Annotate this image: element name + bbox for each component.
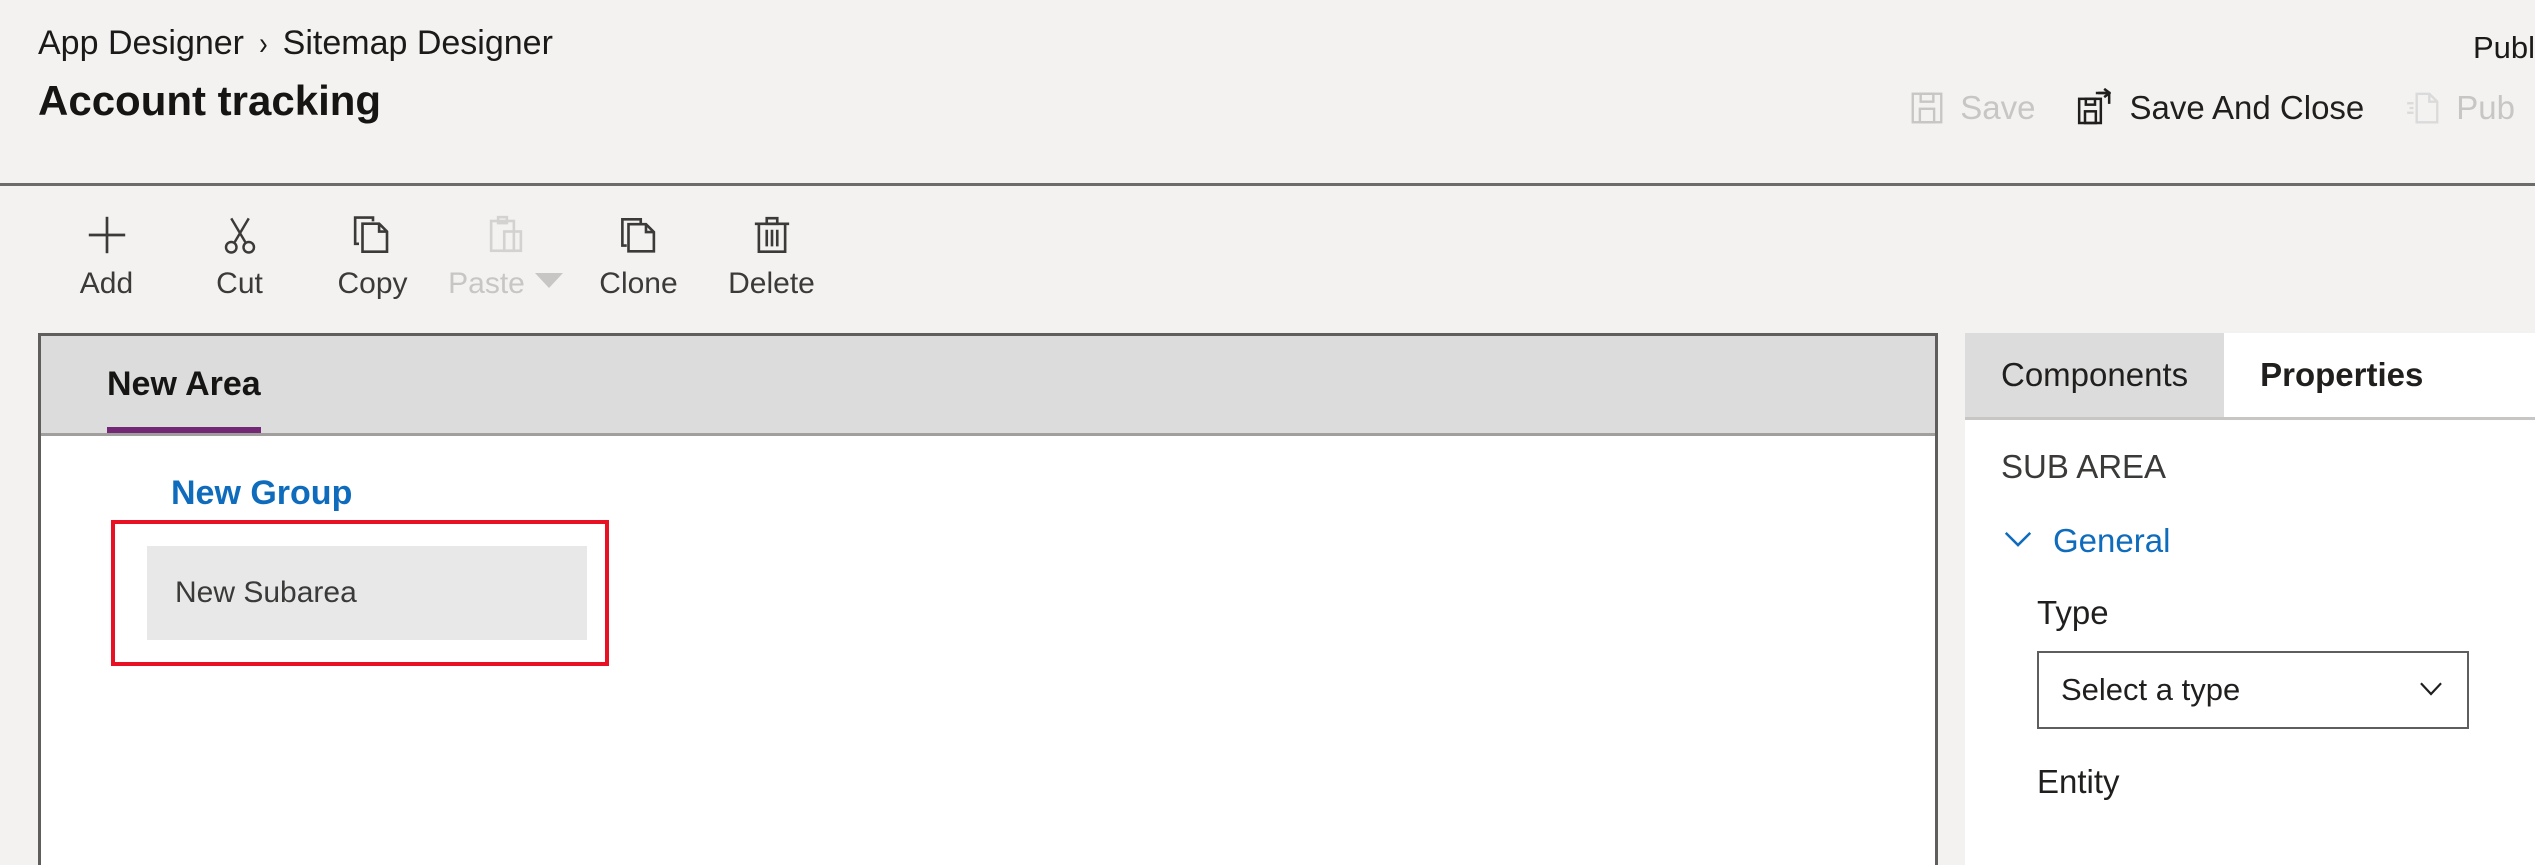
page-header: App Designer › Sitemap Designer Account … <box>0 0 2535 186</box>
subarea-label: New Subarea <box>175 576 357 609</box>
toolbar-cut-label: Cut <box>216 267 263 300</box>
field-type-label: Type <box>2037 594 2109 631</box>
copy-icon <box>352 209 394 261</box>
toolbar-paste-label-row: Paste <box>448 261 563 299</box>
scissors-icon <box>219 209 261 261</box>
save-icon <box>1908 89 1946 127</box>
toolbar-add-label: Add <box>79 267 134 300</box>
breadcrumb-item-sitemap-designer[interactable]: Sitemap Designer <box>283 26 553 60</box>
general-section-toggle[interactable]: General <box>2001 521 2535 560</box>
field-entity-label: Entity <box>2037 763 2120 800</box>
field-type: Type Select a type <box>2001 596 2535 729</box>
publish-status-text: Publ <box>2472 30 2535 65</box>
plus-icon <box>84 209 130 261</box>
panel-section-title: SUB AREA <box>2001 448 2167 485</box>
toolbar-copy-button[interactable]: Copy <box>306 189 439 309</box>
properties-panel: Components Properties SUB AREA General T… <box>1965 333 2535 865</box>
type-select-value: Select a type <box>2061 672 2241 707</box>
type-select[interactable]: Select a type <box>2037 651 2469 729</box>
breadcrumb-separator-icon: › <box>259 25 268 61</box>
save-button[interactable]: Save <box>1888 78 2055 138</box>
chevron-down-icon[interactable] <box>534 272 563 288</box>
clone-icon <box>618 209 660 261</box>
header-command-bar: Save Save And Close Pub <box>1888 78 2535 138</box>
sitemap-canvas: New Area New Group New Subarea <box>38 333 1938 865</box>
area-tab-strip: New Area <box>41 336 1935 436</box>
toolbar-clone-label: Clone <box>599 267 678 300</box>
breadcrumb-item-app-designer[interactable]: App Designer <box>38 26 244 60</box>
area-tab-new-area[interactable]: New Area <box>41 336 301 433</box>
toolbar-paste-label: Paste <box>448 267 525 300</box>
clipboard-icon <box>485 209 527 261</box>
canvas-body: New Group New Subarea <box>41 436 1935 666</box>
save-and-close-icon <box>2075 88 2115 128</box>
toolbar-copy-label: Copy <box>337 267 408 300</box>
breadcrumb: App Designer › Sitemap Designer <box>38 26 553 60</box>
chevron-down-icon <box>2415 672 2447 709</box>
panel-tab-strip: Components Properties <box>1965 333 2535 420</box>
panel-body: SUB AREA General Type Select a type Enti… <box>1965 420 2535 798</box>
chevron-down-icon <box>2001 521 2035 560</box>
area-tab-label: New Area <box>107 365 261 403</box>
save-and-close-button[interactable]: Save And Close <box>2055 78 2384 138</box>
tab-components-label: Components <box>2001 356 2189 393</box>
toolbar-add-button[interactable]: Add <box>40 189 173 309</box>
publish-label: Pub <box>2456 89 2515 126</box>
general-section-label: General <box>2053 522 2171 559</box>
group-title-new-group[interactable]: New Group <box>171 476 352 510</box>
editor-toolbar: Add Cut Copy Paste Clone Delete <box>0 189 2535 319</box>
toolbar-delete-button[interactable]: Delete <box>705 189 838 309</box>
tab-properties-label: Properties <box>2260 356 2424 393</box>
save-label: Save <box>1960 89 2036 126</box>
field-entity: Entity <box>2001 765 2535 798</box>
subarea-item-new-subarea[interactable]: New Subarea <box>147 546 587 640</box>
tab-properties[interactable]: Properties <box>2224 333 2460 417</box>
app-root: App Designer › Sitemap Designer Account … <box>0 0 2535 865</box>
toolbar-cut-button[interactable]: Cut <box>173 189 306 309</box>
subarea-selection-outline[interactable]: New Subarea <box>111 520 609 666</box>
page-title: Account tracking <box>38 77 382 124</box>
toolbar-clone-button[interactable]: Clone <box>572 189 705 309</box>
publish-button[interactable]: Pub <box>2384 78 2535 138</box>
save-and-close-label: Save And Close <box>2129 89 2365 126</box>
trash-icon <box>751 209 793 261</box>
publish-icon <box>2404 89 2442 127</box>
toolbar-paste-button[interactable]: Paste <box>439 189 572 309</box>
toolbar-delete-label: Delete <box>728 267 815 300</box>
tab-components[interactable]: Components <box>1965 333 2225 417</box>
